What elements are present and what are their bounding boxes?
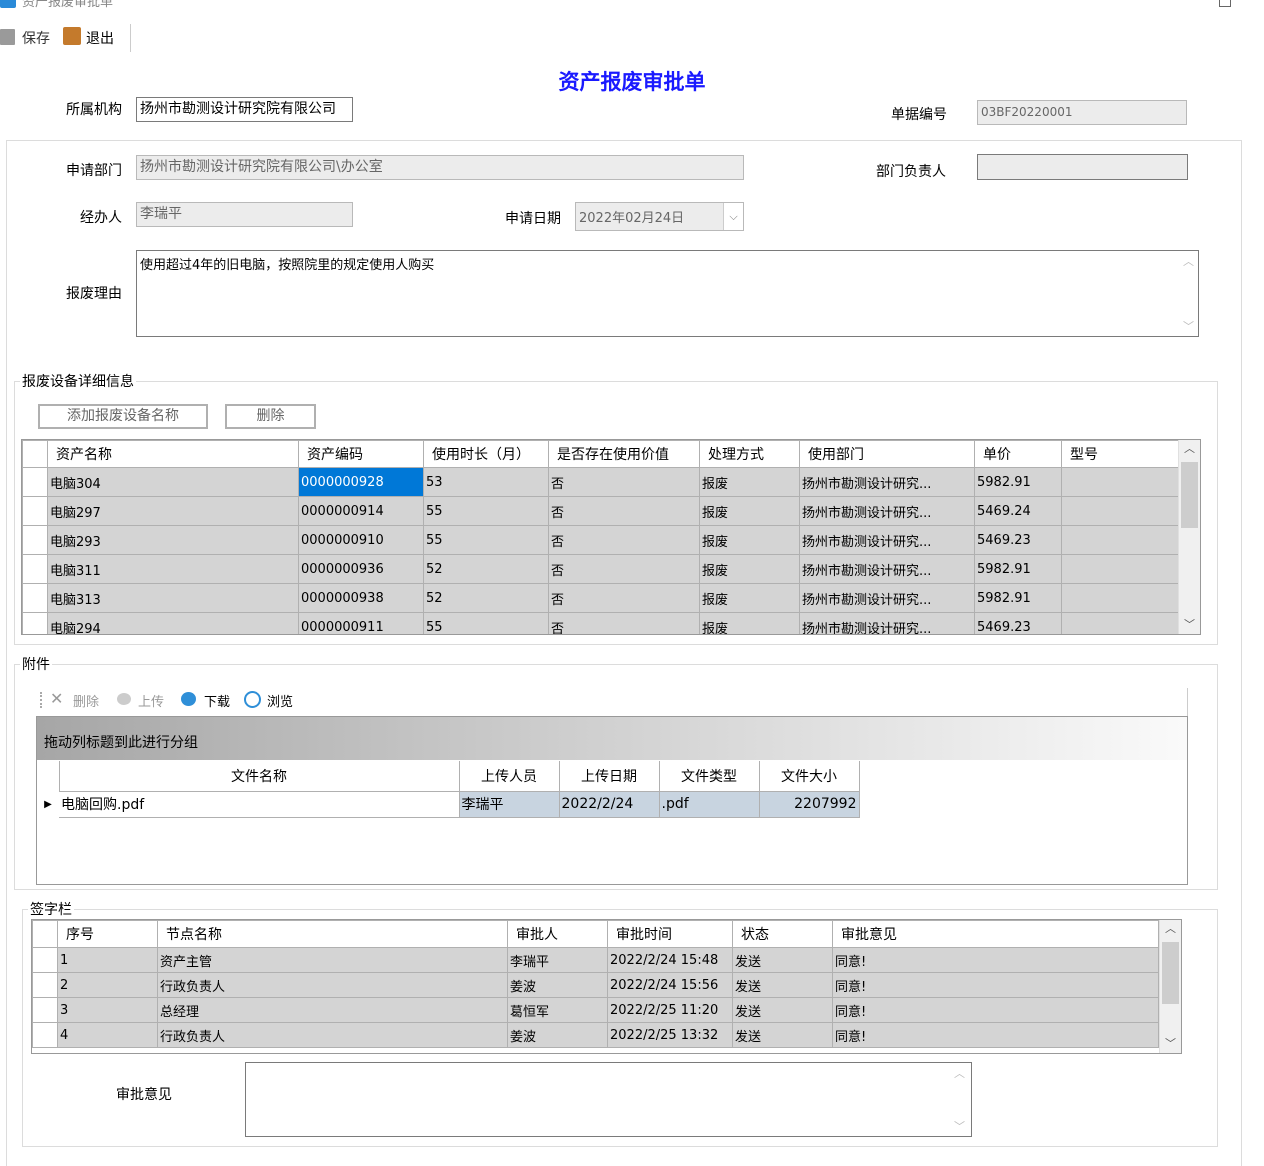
upload-icon[interactable]: [117, 693, 131, 705]
scroll-up-icon[interactable]: ︿: [1160, 920, 1181, 938]
save-button[interactable]: 保存: [22, 28, 50, 48]
col-file-name[interactable]: 文件名称: [58, 761, 460, 792]
col-model[interactable]: 型号: [1061, 440, 1181, 468]
signature-grid: 序号 节点名称 审批人 审批时间 状态 审批意见 1 资产主管 李瑞平 2022/2/…: [31, 919, 1182, 1054]
opinion-scroll-down-icon[interactable]: ﹀: [954, 1118, 965, 1134]
current-row-icon: ▶: [37, 791, 59, 817]
table-row[interactable]: 电脑313 0000000938 52 否报废 扬州市勘测设计研究... 5982.91: [22, 583, 1181, 613]
date-picker[interactable]: 2022年02月24日 ⌵: [575, 202, 744, 231]
handler-label: 经办人: [80, 210, 122, 226]
attachments-grid: 拖动列标题到此进行分组 文件名称 上传人员 上传日期 文件类型 文件大小 ▶ 电…: [36, 716, 1188, 885]
attachment-browse-button[interactable]: 浏览: [267, 691, 293, 710]
delete-icon[interactable]: ✕: [50, 689, 63, 708]
opinion-textarea[interactable]: ︿ ﹀: [245, 1062, 972, 1137]
table-row[interactable]: 电脑294 0000000911 55 否报废 扬州市勘测设计研究... 5469.23: [22, 612, 1181, 634]
org-label: 所属机构: [66, 102, 122, 118]
col-status[interactable]: 状态: [732, 920, 833, 948]
attachment-upload-button[interactable]: 上传: [138, 691, 164, 710]
table-row[interactable]: ▶ 电脑回购.pdf 李瑞平 2022/2/24 .pdf 2207992: [37, 790, 860, 818]
table-row[interactable]: 电脑297 0000000914 55 否报废 扬州市勘测设计研究... 5469.24: [22, 496, 1181, 526]
col-file-type[interactable]: 文件类型: [658, 761, 760, 792]
signature-scrollbar[interactable]: ︿ ﹀: [1159, 920, 1181, 1053]
dept-head-label: 部门负责人: [876, 164, 946, 180]
reason-text: 使用超过4年的旧电脑，按照院里的规定使用人购买: [140, 258, 435, 273]
attachment-delete-button[interactable]: 删除: [73, 691, 99, 710]
col-node-name[interactable]: 节点名称: [157, 920, 508, 948]
attachments-toolbar: ✕ 删除 上传 下载 浏览: [36, 688, 1188, 716]
dept-label: 申请部门: [66, 163, 122, 179]
table-row[interactable]: 2 行政负责人 姜波 2022/2/24 15:56 发送 同意!: [32, 972, 1159, 998]
scroll-up-icon[interactable]: ︿: [1179, 440, 1200, 458]
col-file-size[interactable]: 文件大小: [758, 761, 860, 792]
add-equipment-button[interactable]: 添加报废设备名称: [38, 404, 208, 429]
reason-scroll-up-icon[interactable]: ︿: [1183, 253, 1194, 269]
scroll-down-icon[interactable]: ﹀: [1160, 1035, 1181, 1053]
group-by-area[interactable]: 拖动列标题到此进行分组: [37, 717, 1187, 760]
handler-field[interactable]: 李瑞平: [136, 202, 353, 227]
table-row[interactable]: 电脑293 0000000910 55 否报废 扬州市勘测设计研究... 5469.23: [22, 525, 1181, 555]
col-usage-months[interactable]: 使用时长（月）: [423, 440, 549, 468]
reason-scroll-down-icon[interactable]: ﹀: [1183, 318, 1194, 334]
row-header-corner: [32, 920, 58, 948]
col-seq[interactable]: 序号: [57, 920, 158, 948]
maximize-icon[interactable]: [1219, 0, 1231, 7]
opinion-label: 审批意见: [116, 1087, 172, 1103]
app-icon: [0, 0, 16, 8]
col-approver[interactable]: 审批人: [507, 920, 608, 948]
exit-button[interactable]: 退出: [86, 28, 114, 48]
table-row[interactable]: 4 行政负责人 姜波 2022/2/25 13:32 发送 同意!: [32, 1022, 1159, 1048]
dept-field[interactable]: 扬州市勘测设计研究院有限公司\办公室: [136, 155, 744, 180]
table-row[interactable]: 3 总经理 葛恒军 2022/2/25 11:20 发送 同意!: [32, 997, 1159, 1023]
delete-equipment-button[interactable]: 删除: [225, 404, 316, 429]
col-has-value[interactable]: 是否存在使用价值: [548, 440, 700, 468]
equipment-grid: 资产名称 资产编码 使用时长（月） 是否存在使用价值 处理方式 使用部门 单价 …: [21, 439, 1201, 635]
org-field[interactable]: 扬州市勘测设计研究院有限公司: [136, 97, 353, 122]
toolbar-grip: [40, 692, 44, 708]
exit-icon: [63, 27, 81, 45]
dept-head-field[interactable]: [977, 154, 1188, 180]
col-asset-code[interactable]: 资产编码: [298, 440, 424, 468]
col-approve-time[interactable]: 审批时间: [607, 920, 733, 948]
save-icon: [0, 29, 15, 45]
row-header-corner: [22, 440, 48, 468]
attachment-download-button[interactable]: 下载: [204, 691, 230, 710]
browse-icon[interactable]: [244, 691, 261, 708]
col-disposal[interactable]: 处理方式: [699, 440, 800, 468]
chevron-down-icon[interactable]: ⌵: [723, 203, 743, 230]
table-row[interactable]: 电脑304 0000000928 53 否报废 扬州市勘测设计研究... 5982.91: [22, 467, 1181, 497]
date-label: 申请日期: [505, 211, 561, 227]
doc-no-field[interactable]: 03BF20220001: [977, 100, 1187, 125]
table-row[interactable]: 1 资产主管 李瑞平 2022/2/24 15:48 发送 同意!: [32, 947, 1159, 973]
group-by-hint: 拖动列标题到此进行分组: [44, 735, 198, 751]
scroll-thumb[interactable]: [1162, 942, 1179, 1004]
col-using-dept[interactable]: 使用部门: [799, 440, 975, 468]
row-header-corner: [37, 761, 59, 791]
attachments-group-title: 附件: [20, 654, 52, 674]
attachments-table: 文件名称 上传人员 上传日期 文件类型 文件大小 ▶ 电脑回购.pdf 李瑞平 …: [37, 761, 860, 818]
col-unit-price[interactable]: 单价: [974, 440, 1062, 468]
opinion-scroll-up-icon[interactable]: ︿: [954, 1065, 965, 1081]
toolbar: 保存 退出: [0, 24, 131, 52]
col-uploader[interactable]: 上传人员: [458, 761, 560, 792]
equipment-scrollbar[interactable]: ︿ ﹀: [1178, 440, 1200, 634]
form-title: 资产报废审批单: [558, 70, 706, 94]
title-bar: 资产报废审批单: [0, 0, 1264, 14]
reason-textarea[interactable]: 使用超过4年的旧电脑，按照院里的规定使用人购买 ︿ ﹀: [136, 250, 1199, 337]
table-row[interactable]: 电脑311 0000000936 52 否报废 扬州市勘测设计研究... 5982.91: [22, 554, 1181, 584]
equipment-table: 资产名称 资产编码 使用时长（月） 是否存在使用价值 处理方式 使用部门 单价 …: [22, 440, 1181, 634]
equipment-group-title: 报废设备详细信息: [20, 371, 136, 391]
col-upload-date[interactable]: 上传日期: [558, 761, 660, 792]
scroll-thumb[interactable]: [1181, 462, 1198, 528]
signature-table: 序号 节点名称 审批人 审批时间 状态 审批意见 1 资产主管 李瑞平 2022/2/…: [32, 920, 1159, 1048]
reason-label: 报废理由: [66, 286, 122, 302]
doc-no-label: 单据编号: [891, 107, 947, 123]
scroll-down-icon[interactable]: ﹀: [1179, 616, 1200, 634]
window-title: 资产报废审批单: [22, 0, 114, 10]
date-value: 2022年02月24日: [579, 211, 685, 226]
col-opinion[interactable]: 审批意见: [832, 920, 1159, 948]
col-asset-name[interactable]: 资产名称: [47, 440, 299, 468]
signature-group-title: 签字栏: [28, 899, 74, 919]
download-icon[interactable]: [181, 692, 196, 706]
